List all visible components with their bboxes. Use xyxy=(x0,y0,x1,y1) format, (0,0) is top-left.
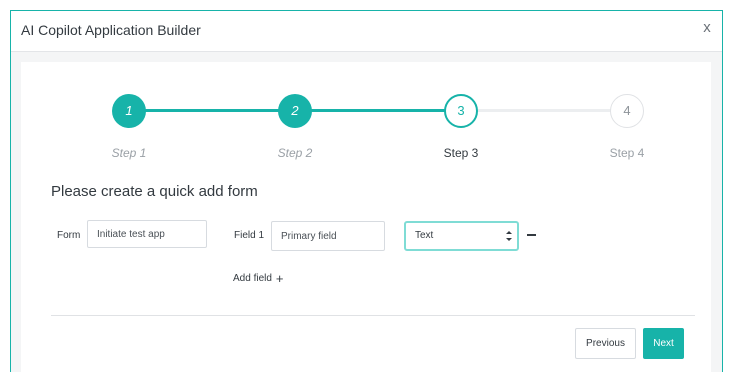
step-3-label: Step 3 xyxy=(443,146,479,160)
step-2-circle[interactable]: 2 xyxy=(278,94,312,128)
step-connector-2 xyxy=(299,109,447,112)
dialog-title: AI Copilot Application Builder xyxy=(21,22,201,38)
remove-field-button[interactable] xyxy=(526,229,538,241)
wizard-panel: 1 2 3 4 Step 1 Step 2 Step 3 Step 4 Plea… xyxy=(21,62,711,373)
next-button[interactable]: Next xyxy=(643,328,684,359)
select-arrows-icon xyxy=(506,231,512,241)
add-field-label: Add field xyxy=(233,273,272,284)
step-4-label: Step 4 xyxy=(609,146,645,160)
step-connector-1 xyxy=(132,109,282,112)
app-builder-dialog: AI Copilot Application Builder x 1 2 3 4… xyxy=(10,10,723,373)
dialog-header: AI Copilot Application Builder x xyxy=(11,11,722,52)
step-1-circle[interactable]: 1 xyxy=(112,94,146,128)
form-name-label: Form xyxy=(57,230,81,241)
field-1-type-select[interactable]: Text xyxy=(404,221,519,251)
plus-icon: + xyxy=(275,270,284,286)
field-1-name-input[interactable] xyxy=(271,221,385,251)
step-1-label: Step 1 xyxy=(111,146,147,160)
form-heading: Please create a quick add form xyxy=(51,183,258,200)
step-2-label: Step 2 xyxy=(277,146,313,160)
form-name-input[interactable] xyxy=(87,220,207,248)
previous-button[interactable]: Previous xyxy=(575,328,636,359)
step-3-circle[interactable]: 3 xyxy=(444,94,478,128)
step-connector-3 xyxy=(464,109,612,112)
step-4-circle[interactable]: 4 xyxy=(610,94,644,128)
add-field-button[interactable]: Add field + xyxy=(233,270,284,286)
stepper: 1 2 3 4 Step 1 Step 2 Step 3 Step 4 xyxy=(21,62,711,162)
field-1-type-value: Text xyxy=(415,230,434,241)
footer-divider xyxy=(51,315,695,316)
close-icon[interactable]: x xyxy=(698,19,716,37)
field-1-label: Field 1 xyxy=(234,230,265,241)
